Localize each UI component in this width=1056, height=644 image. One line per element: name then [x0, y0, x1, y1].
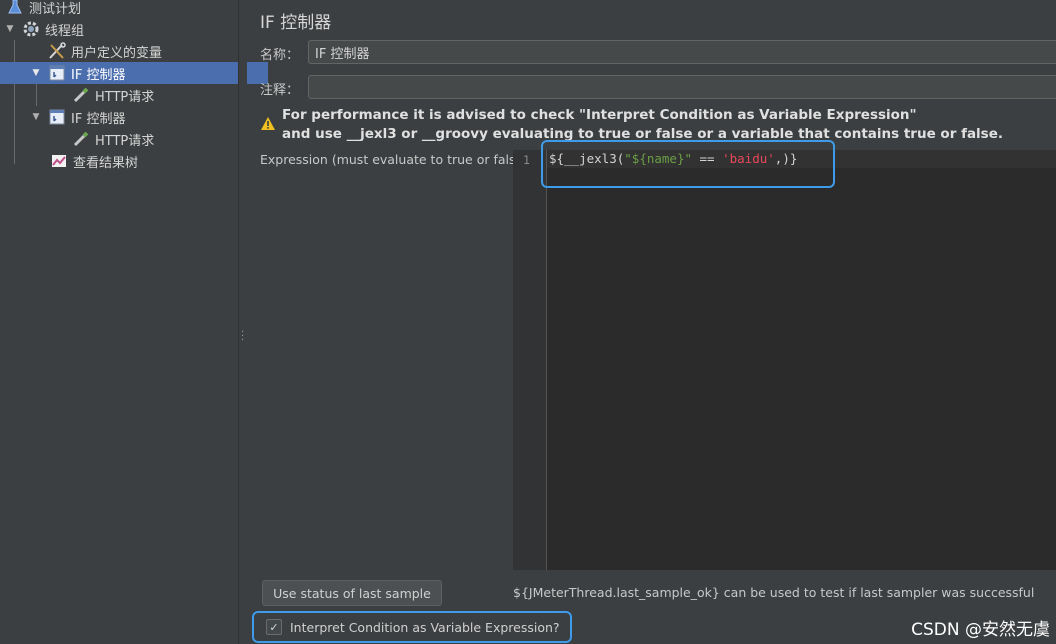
gear-icon [22, 20, 40, 38]
warning-icon [260, 116, 276, 144]
tree-item-label: 线程组 [45, 23, 85, 39]
tree-item-label: HTTP请求 [95, 89, 155, 105]
tree-item-thread-group[interactable]: ▼ 线程组 [0, 18, 242, 40]
tree-item-label: 用户定义的变量 [71, 45, 163, 61]
status-hint-text: ${JMeterThread.last_sample_ok} can be us… [513, 585, 1035, 600]
chevron-down-icon[interactable]: ▼ [4, 24, 16, 34]
test-plan-tree: 测试计划 ▼ 线程组 用户定义的变量 ▼ IF 控制器 HTTP请求 ▼ IF … [0, 0, 268, 644]
pipette-icon [72, 130, 90, 148]
interpret-condition-checkbox[interactable]: ✓ [266, 619, 282, 635]
page-title: IF 控制器 [260, 13, 332, 33]
if-controller-icon [48, 108, 66, 126]
if-controller-icon [48, 64, 66, 82]
expression-highlight-box [541, 140, 835, 188]
pipette-icon [72, 86, 90, 104]
drag-handle-icon[interactable]: · · · [241, 328, 244, 346]
tree-item-label: IF 控制器 [71, 111, 126, 127]
expression-editor[interactable]: 1 ${__jexl3("${name}" == 'baidu',)} [513, 150, 1056, 570]
use-status-button[interactable]: Use status of last sample [262, 580, 442, 606]
tree-item-test-plan[interactable]: 测试计划 [0, 0, 244, 18]
tree-item-if-controller-2[interactable]: ▼ IF 控制器 [0, 106, 268, 128]
warning-text: For performance it is advised to check "… [282, 106, 1003, 144]
chevron-down-icon[interactable]: ▼ [30, 68, 42, 78]
interpret-condition-row[interactable]: ✓ Interpret Condition as Variable Expres… [266, 619, 560, 635]
interpret-condition-label[interactable]: Interpret Condition as Variable Expressi… [290, 620, 560, 635]
editor-gutter: 1 [513, 150, 547, 570]
expression-label: Expression (must evaluate to true or fal… [260, 152, 529, 167]
performance-warning: For performance it is advised to check "… [260, 106, 1003, 144]
name-label: 名称： [260, 48, 300, 63]
tree-item-label: HTTP请求 [95, 133, 155, 149]
tools-icon [48, 42, 66, 60]
comment-label: 注释： [260, 83, 300, 98]
tree-item-if-controller-1[interactable]: ▼ IF 控制器 [0, 62, 268, 84]
comment-field[interactable] [308, 75, 1056, 99]
line-number: 1 [523, 153, 530, 167]
if-controller-panel: IF 控制器 名称： 注释： For performance it is adv… [246, 0, 1056, 644]
warning-line-1: For performance it is advised to check "… [282, 107, 917, 123]
chevron-down-icon[interactable]: ▼ [30, 112, 42, 122]
tree-item-label: IF 控制器 [71, 67, 126, 83]
name-field[interactable] [308, 40, 1056, 64]
flask-icon [6, 0, 24, 16]
tree-item-label: 测试计划 [29, 1, 82, 17]
watermark: CSDN @安然无虞 [911, 620, 1050, 640]
chart-icon [50, 152, 68, 170]
tree-item-label: 查看结果树 [73, 155, 139, 171]
